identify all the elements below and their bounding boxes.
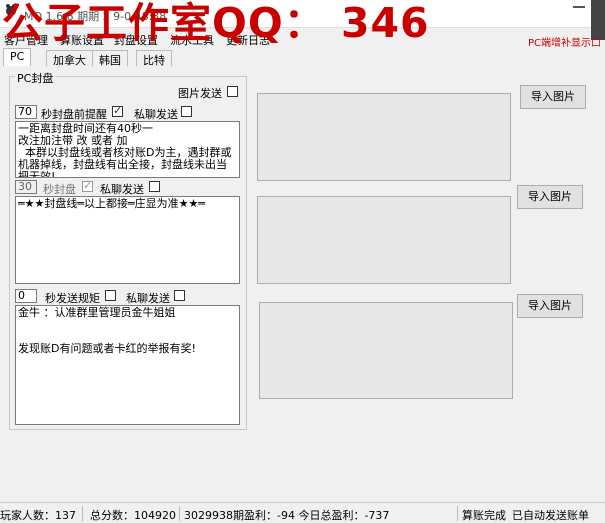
status-auto-send: 已自动发送账单 [512,509,589,522]
send-image-label: 图片发送 [178,87,222,100]
status-separator [179,506,180,521]
tab-pc[interactable]: PC [3,48,32,66]
image-preview-2 [257,196,511,284]
row1-private-checkbox[interactable] [181,106,192,117]
status-separator [82,506,83,521]
close-label: 秒封盘 [43,183,76,196]
tab-canada[interactable]: 加拿大 [46,50,93,67]
import-image-button-2[interactable]: 导入图片 [517,185,583,209]
status-bar: 玩家人数：137 总分数：104920 3029938期盈利：-94 今日总盈利… [0,502,605,523]
row2-private-checkbox[interactable] [149,181,160,192]
image-preview-1 [257,93,511,181]
status-separator [457,506,458,521]
rules-seconds-input[interactable]: 0 [15,289,37,303]
close-message-textarea[interactable]: ═★★封盘线═以上都接═庄显为准★★═ [15,196,240,284]
import-image-button-3[interactable]: 导入图片 [517,294,583,318]
row1-private-label: 私聊发送 [134,108,178,121]
reminder-seconds-input[interactable]: 70 [15,105,37,119]
tab-korea[interactable]: 韩国 [92,50,128,67]
close-seconds-input[interactable]: 30 [15,180,37,194]
reminder-message-textarea[interactable]: 一距离封盘时间还有40秒一 改注加注带 改 或者 加 本群以封盘线或者核对账D为… [15,121,240,178]
rules-label: 秒发送规矩 [45,292,100,305]
row3-private-checkbox[interactable] [174,290,185,301]
minimize-icon[interactable] [573,6,585,8]
watermark-text: 公子工作室QQ： 346 [2,0,430,47]
import-image-button-1[interactable]: 导入图片 [520,85,586,109]
image-preview-3 [259,302,513,399]
tab-bitcoin[interactable]: 比特 [136,50,172,67]
close-checkbox[interactable] [82,179,93,192]
row2-private-label: 私聊发送 [100,183,144,196]
tab-bar: PC 加拿大 韩国 比特 [0,48,605,67]
reminder-label: 秒封盘前提醒 [41,108,107,121]
status-completed: 算账完成 [462,509,506,522]
send-image-checkbox[interactable] [227,86,238,97]
row3-private-label: 私聊发送 [126,292,170,305]
group-title: PC封盘 [15,70,56,86]
rules-checkbox[interactable] [105,290,116,301]
status-players: 玩家人数：137 [0,509,76,522]
status-profit: 3029938期盈利：-94 今日总盈利：-737 [184,509,390,522]
status-total-score: 总分数：104920 [90,509,176,522]
reminder-checkbox[interactable] [112,104,123,117]
rules-message-textarea[interactable]: 金牛 ：认准群里管理员金牛姐姐 发现账D有问题或者卡红的举报有奖! [15,305,240,425]
menu-right-text[interactable]: PC端增补显示口 [528,34,601,49]
